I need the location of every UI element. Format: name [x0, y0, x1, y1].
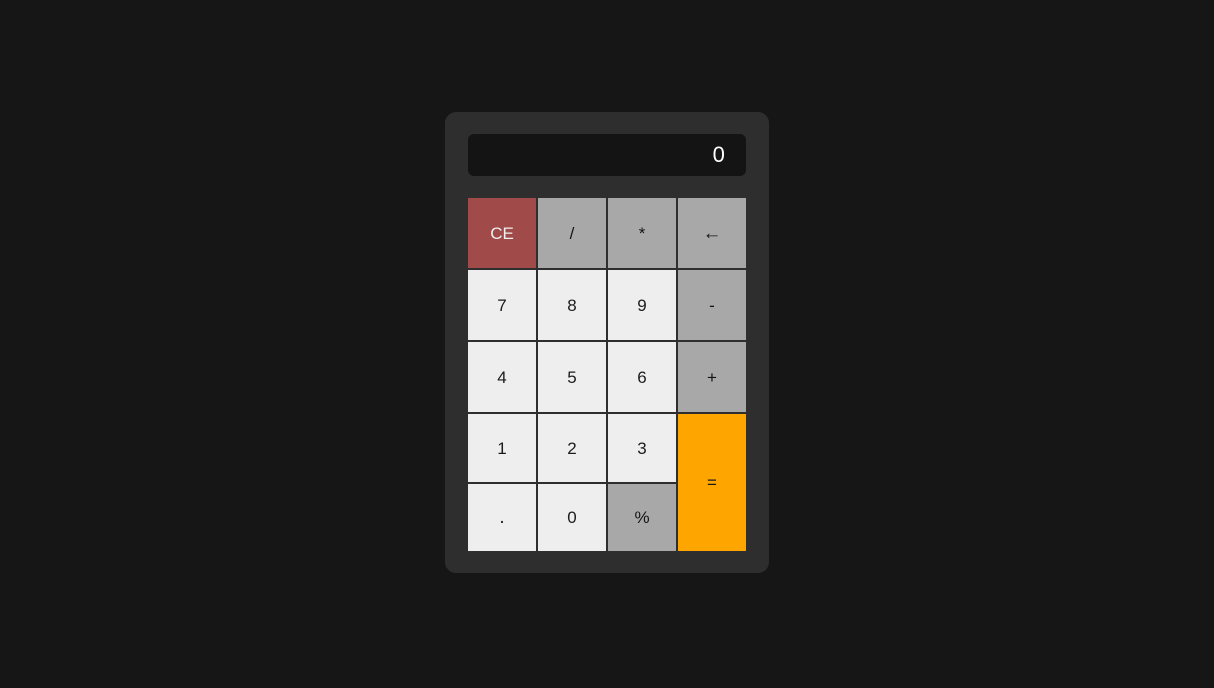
digit-8-key[interactable]: 8 [538, 270, 606, 340]
percent-key[interactable]: % [608, 484, 676, 551]
calculator-panel: 0 CE / * ← 7 8 9-4 5 6 +1 2 3 =. 0% [445, 112, 769, 573]
equals-key[interactable]: = [678, 414, 746, 551]
digit-9-key[interactable]: 9 [608, 270, 676, 340]
backspace-icon[interactable]: ← [678, 198, 746, 268]
calculator-keypad: CE / * ← 7 8 9- 4 5 6 +1 2 3 =. 0% [468, 198, 746, 551]
multiply-key[interactable]: * [608, 198, 676, 268]
subtract-key[interactable]: - [678, 270, 746, 340]
calculator-display[interactable]: 0 [468, 134, 746, 176]
digit-5-key[interactable]: 5 [538, 342, 606, 412]
digit-3-key[interactable]: 3 [608, 414, 676, 482]
digit-6-key[interactable]: 6 [608, 342, 676, 412]
digit-1-key[interactable]: 1 [468, 414, 536, 482]
digit-7-key[interactable]: 7 [468, 270, 536, 340]
digit-2-key[interactable]: 2 [538, 414, 606, 482]
clear-entry-key[interactable]: CE [468, 198, 536, 268]
digit-4-key[interactable]: 4 [468, 342, 536, 412]
add-key[interactable]: + [678, 342, 746, 412]
display-value: 0 [712, 142, 725, 167]
decimal-point-key[interactable]: . [468, 484, 536, 551]
digit-0-key[interactable]: 0 [538, 484, 606, 551]
divide-key[interactable]: / [538, 198, 606, 268]
